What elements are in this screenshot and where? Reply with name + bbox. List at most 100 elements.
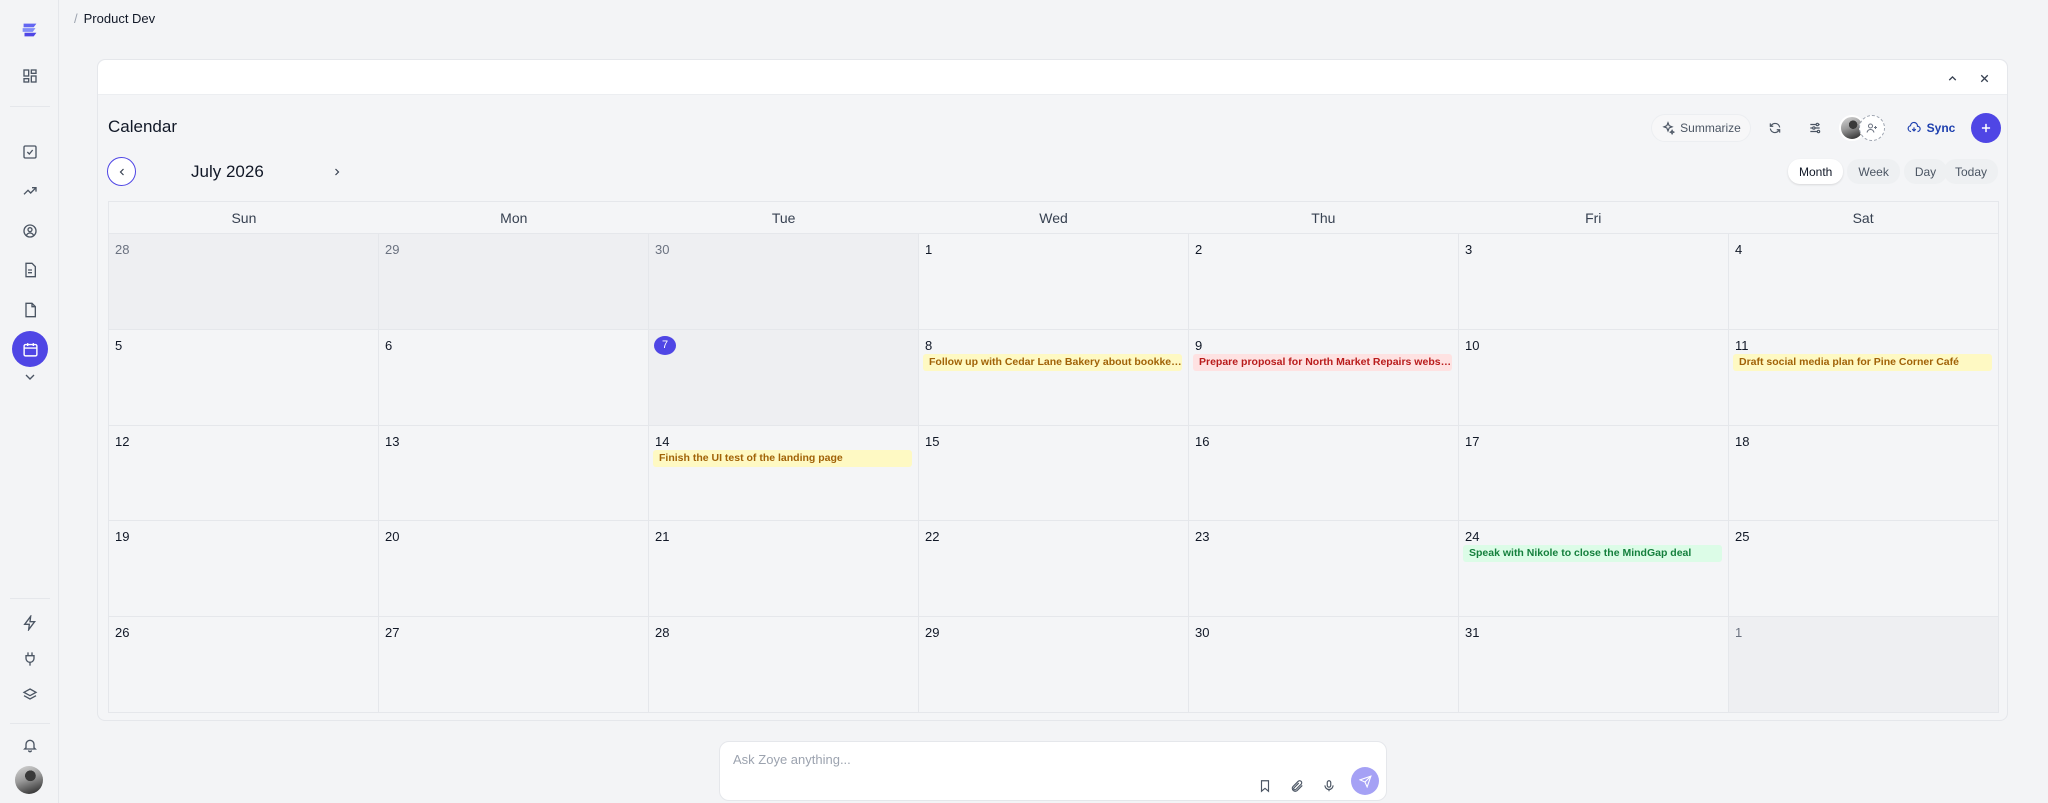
day-cell[interactable]: 26 xyxy=(109,617,379,713)
contacts-icon[interactable] xyxy=(14,215,45,246)
today-button[interactable]: Today xyxy=(1944,159,1999,184)
microphone-icon xyxy=(1324,780,1334,792)
day-cell[interactable]: 11 Draft social media plan for Pine Corne… xyxy=(1729,329,1998,426)
day-cell[interactable]: 14 Finish the UI test of the landing page xyxy=(649,425,919,522)
day-cell[interactable]: 18 xyxy=(1729,425,1998,522)
calendar-title: Calendar xyxy=(108,117,177,136)
day-number: 21 xyxy=(655,529,670,545)
day-cell[interactable]: 28 xyxy=(649,617,919,713)
day-cell[interactable]: 29 xyxy=(379,234,649,330)
event-chip[interactable]: Draft social media plan for Pine Corner … xyxy=(1733,353,1992,371)
refresh-icon xyxy=(1769,122,1781,134)
file-icon[interactable] xyxy=(14,294,45,325)
collapse-button[interactable] xyxy=(1943,69,1961,87)
lightning-icon[interactable] xyxy=(14,607,45,638)
document-icon[interactable] xyxy=(14,254,45,285)
summarize-label: Summarize xyxy=(1680,121,1741,135)
breadcrumb-separator: / xyxy=(74,11,78,26)
tasks-icon[interactable] xyxy=(14,136,45,167)
close-button[interactable] xyxy=(1975,69,1993,87)
today-day-number: 7 xyxy=(654,335,676,355)
day-cell[interactable]: 10 xyxy=(1459,329,1729,426)
day-cell[interactable]: 15 xyxy=(919,425,1189,522)
day-cell[interactable]: 9 Prepare proposal for North Market Repai… xyxy=(1189,329,1459,426)
month-label: July 2026 xyxy=(191,162,264,181)
bookmark-button[interactable] xyxy=(1257,778,1273,794)
summarize-button[interactable]: Summarize xyxy=(1651,114,1751,142)
day-number: 1 xyxy=(1735,625,1743,641)
day-cell[interactable]: 27 xyxy=(379,617,649,713)
user-avatar[interactable] xyxy=(15,766,43,794)
event-chip[interactable]: Prepare proposal for North Market Repair… xyxy=(1193,353,1452,371)
ask-box xyxy=(719,741,1387,801)
day-cell[interactable]: 16 xyxy=(1189,425,1459,522)
day-cell[interactable]: 6 xyxy=(379,329,649,426)
previous-month-button[interactable] xyxy=(107,157,136,186)
day-number: 12 xyxy=(115,433,130,449)
view-month-button[interactable]: Month xyxy=(1788,159,1844,184)
day-number: 22 xyxy=(925,529,940,545)
event-chip[interactable]: Follow up with Cedar Lane Bakery about b… xyxy=(923,353,1182,371)
logo-icon[interactable] xyxy=(14,14,45,45)
ask-input[interactable] xyxy=(733,752,1333,767)
weekday-label: Sat xyxy=(1852,210,1874,226)
day-number: 6 xyxy=(385,337,393,353)
day-cell[interactable]: 1 xyxy=(919,234,1189,330)
layers-icon[interactable] xyxy=(14,679,45,710)
bell-icon[interactable] xyxy=(14,729,45,760)
add-event-button[interactable] xyxy=(1971,113,2001,143)
day-cell[interactable]: 12 xyxy=(109,425,379,522)
day-cell[interactable]: 22 xyxy=(919,521,1189,618)
day-cell[interactable]: 30 xyxy=(649,234,919,330)
month-grid: Sun Mon Tue Wed Thu Fri Sat 28 29 30 1 2 3 4 5 6 7 8 Foll… xyxy=(108,201,1999,713)
event-chip[interactable]: Speak with Nikole to close the MindGap d… xyxy=(1463,545,1722,563)
microphone-button[interactable] xyxy=(1321,778,1337,794)
day-number: 1 xyxy=(925,242,933,257)
day-cell[interactable]: 24 Speak with Nikole to close the MindGap… xyxy=(1459,521,1729,618)
sync-button[interactable]: Sync xyxy=(1896,114,1966,142)
dashboard-icon[interactable] xyxy=(14,60,45,91)
send-button[interactable] xyxy=(1351,767,1379,795)
chevron-left-icon xyxy=(119,168,124,175)
view-day-button[interactable]: Day xyxy=(1903,159,1948,184)
weekday-label: Wed xyxy=(1039,210,1068,226)
day-cell[interactable]: 21 xyxy=(649,521,919,618)
day-cell[interactable]: 2 xyxy=(1189,234,1459,330)
day-cell[interactable]: 4 xyxy=(1729,234,1998,330)
panel-header-bar xyxy=(98,60,2007,95)
event-chip[interactable]: Finish the UI test of the landing page xyxy=(653,449,912,467)
day-cell[interactable]: 7 xyxy=(649,329,919,426)
day-cell[interactable]: 17 xyxy=(1459,425,1729,522)
shared-users[interactable] xyxy=(1839,115,1889,141)
breadcrumb-current[interactable]: Product Dev xyxy=(84,11,156,26)
chevron-down-icon[interactable] xyxy=(14,361,45,392)
day-number: 15 xyxy=(925,433,940,449)
weekday-label: Sun xyxy=(231,210,257,226)
day-cell[interactable]: 23 xyxy=(1189,521,1459,618)
day-cell[interactable]: 20 xyxy=(379,521,649,618)
cloud-sync-icon xyxy=(1907,121,1921,133)
day-cell[interactable]: 31 xyxy=(1459,617,1729,713)
day-cell[interactable]: 19 xyxy=(109,521,379,618)
attach-button[interactable] xyxy=(1289,778,1305,794)
day-number: 30 xyxy=(1195,625,1210,641)
day-cell[interactable]: 30 xyxy=(1189,617,1459,713)
plug-icon[interactable] xyxy=(14,643,45,674)
day-number: 28 xyxy=(655,625,670,641)
day-cell[interactable]: 13 xyxy=(379,425,649,522)
refresh-button[interactable] xyxy=(1760,114,1790,142)
day-cell[interactable]: 8 Follow up with Cedar Lane Bakery about … xyxy=(919,329,1189,426)
day-cell[interactable]: 29 xyxy=(919,617,1189,713)
filter-settings-button[interactable] xyxy=(1800,114,1830,142)
day-cell[interactable]: 1 xyxy=(1729,617,1998,713)
trending-icon[interactable] xyxy=(14,175,45,206)
add-user-button[interactable] xyxy=(1859,115,1885,141)
day-cell[interactable]: 3 xyxy=(1459,234,1729,330)
rail-divider xyxy=(10,106,50,107)
day-cell[interactable]: 25 xyxy=(1729,521,1998,618)
day-cell[interactable]: 28 xyxy=(109,234,379,330)
view-week-button[interactable]: Week xyxy=(1847,159,1900,184)
next-month-button[interactable] xyxy=(328,163,346,181)
day-number: 30 xyxy=(655,242,670,257)
day-cell[interactable]: 5 xyxy=(109,329,379,426)
